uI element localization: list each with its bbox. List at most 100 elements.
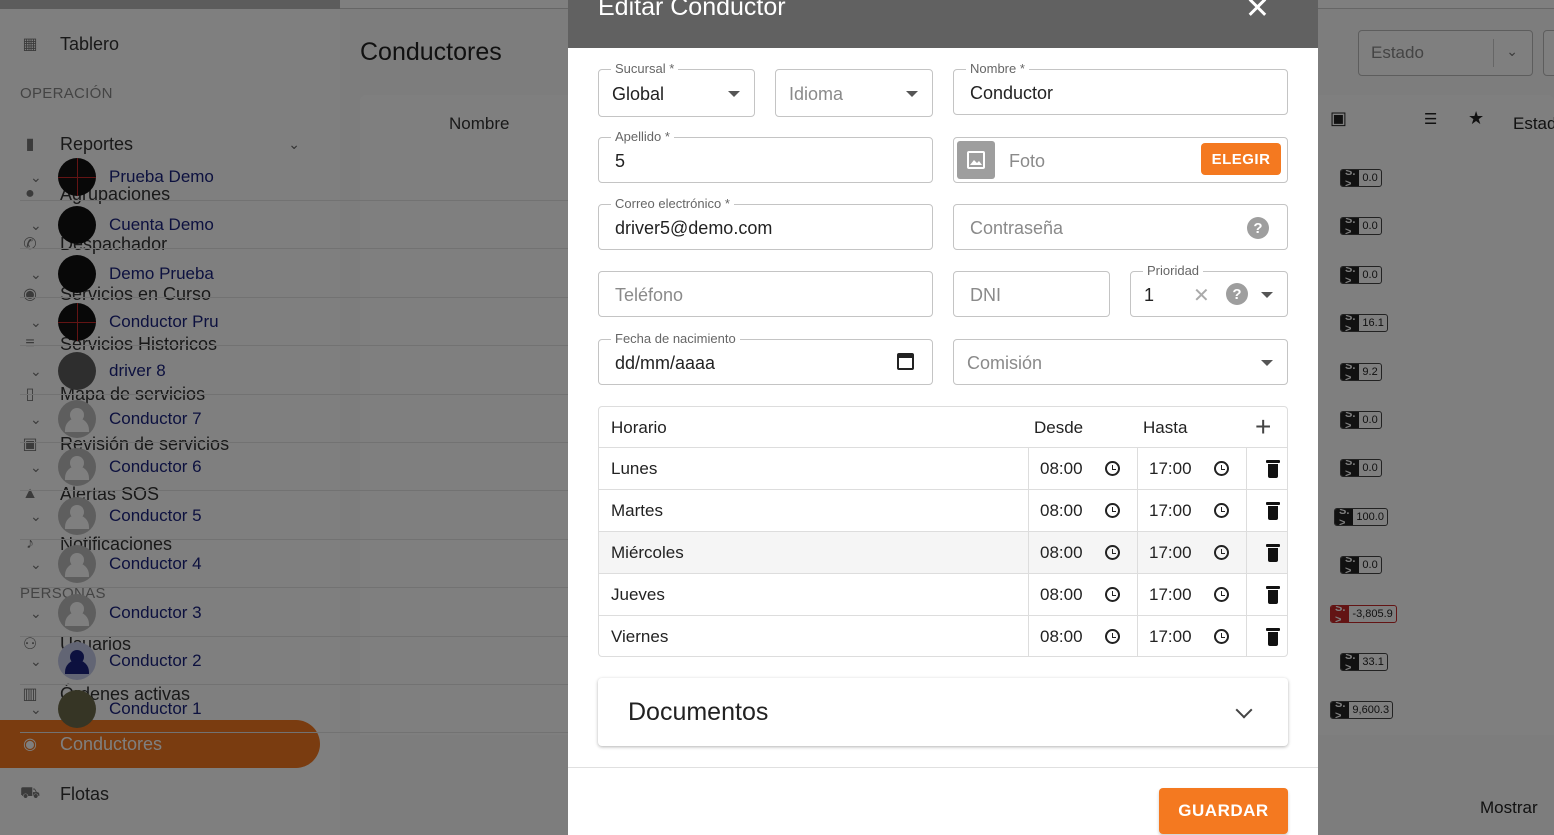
guardar-button[interactable]: GUARDAR bbox=[1159, 788, 1288, 834]
clock-icon[interactable] bbox=[1105, 629, 1120, 644]
foto-placeholder: Foto bbox=[1009, 151, 1046, 171]
delete-cell bbox=[1246, 574, 1287, 616]
sucursal-value: Global bbox=[612, 84, 665, 104]
idioma-placeholder: Idioma bbox=[789, 84, 844, 104]
hasta-time: 17:00 bbox=[1149, 585, 1192, 604]
sucursal-select[interactable]: Sucursal * Global bbox=[598, 61, 755, 117]
nombre-value: Conductor bbox=[970, 83, 1054, 103]
nombre-field[interactable]: Nombre * Conductor bbox=[953, 61, 1288, 115]
clear-icon[interactable]: ✕ bbox=[1193, 283, 1210, 308]
foto-field[interactable]: Foto ELEGIR bbox=[953, 137, 1288, 183]
image-icon bbox=[957, 141, 995, 179]
hasta-time-field[interactable]: 17:00 bbox=[1137, 616, 1246, 656]
schedule-row: Viernes 08:00 17:00 bbox=[599, 616, 1287, 656]
dropdown-arrow-icon bbox=[1261, 360, 1273, 366]
delete-icon[interactable] bbox=[1266, 460, 1280, 478]
dialog-title: Editar Conductor bbox=[598, 0, 786, 21]
correo-label: Correo electrónico * bbox=[611, 196, 734, 212]
clock-icon[interactable] bbox=[1214, 629, 1229, 644]
apellido-value: 5 bbox=[615, 151, 626, 171]
hasta-time: 17:00 bbox=[1149, 501, 1192, 520]
delete-cell bbox=[1246, 448, 1287, 490]
fecha-label: Fecha de nacimiento bbox=[611, 331, 740, 347]
clock-icon[interactable] bbox=[1214, 587, 1229, 602]
apellido-label: Apellido * bbox=[611, 129, 674, 145]
hasta-time-field[interactable]: 17:00 bbox=[1137, 574, 1246, 616]
close-icon[interactable]: ✕ bbox=[1245, 0, 1270, 24]
delete-icon[interactable] bbox=[1266, 502, 1280, 520]
desde-time-field[interactable]: 08:00 bbox=[1028, 616, 1137, 656]
dropdown-arrow-icon bbox=[906, 91, 918, 97]
delete-cell bbox=[1246, 490, 1287, 532]
clock-icon[interactable] bbox=[1214, 461, 1229, 476]
prioridad-select[interactable]: Prioridad 1 ✕ ? bbox=[1130, 263, 1288, 317]
schedule-day: Viernes bbox=[611, 627, 669, 646]
telefono-placeholder: Teléfono bbox=[615, 285, 684, 305]
desde-time-field[interactable]: 08:00 bbox=[1028, 448, 1137, 490]
schedule-day: Lunes bbox=[611, 459, 658, 478]
hasta-time-field[interactable]: 17:00 bbox=[1137, 448, 1246, 490]
delete-icon[interactable] bbox=[1266, 586, 1280, 604]
clock-icon[interactable] bbox=[1105, 587, 1120, 602]
help-icon[interactable]: ? bbox=[1226, 283, 1248, 305]
contrasena-placeholder: Contraseña bbox=[970, 218, 1064, 238]
desde-time: 08:00 bbox=[1040, 459, 1083, 478]
sucursal-label: Sucursal * bbox=[611, 61, 679, 77]
delete-icon[interactable] bbox=[1266, 628, 1280, 646]
schedule-table: Horario Desde Hasta + Lunes 08:00 17:00 Mar… bbox=[598, 406, 1288, 657]
dropdown-arrow-icon bbox=[1261, 292, 1273, 298]
desde-time: 08:00 bbox=[1040, 627, 1083, 646]
elegir-button[interactable]: ELEGIR bbox=[1201, 143, 1281, 175]
documentos-accordion[interactable]: Documentos bbox=[598, 678, 1288, 746]
schedule-row: Miércoles 08:00 17:00 bbox=[599, 532, 1287, 574]
help-icon[interactable]: ? bbox=[1247, 217, 1269, 239]
nombre-label: Nombre * bbox=[966, 61, 1029, 77]
hasta-time-field[interactable]: 17:00 bbox=[1137, 532, 1246, 574]
idioma-select[interactable]: Idioma bbox=[775, 69, 933, 117]
hasta-time-field[interactable]: 17:00 bbox=[1137, 490, 1246, 532]
clock-icon[interactable] bbox=[1214, 545, 1229, 560]
clock-icon[interactable] bbox=[1105, 503, 1120, 518]
dni-field[interactable]: DNI bbox=[953, 271, 1110, 317]
edit-driver-dialog: Editar Conductor ✕ Sucursal * Global Idi… bbox=[568, 0, 1318, 835]
add-icon[interactable]: + bbox=[1255, 411, 1271, 443]
fecha-nacimiento-field[interactable]: Fecha de nacimiento dd/mm/aaaa bbox=[598, 331, 933, 385]
header-hasta: Hasta bbox=[1143, 418, 1188, 437]
prioridad-label: Prioridad bbox=[1143, 263, 1204, 279]
hasta-time: 17:00 bbox=[1149, 459, 1192, 478]
delete-icon[interactable] bbox=[1266, 544, 1280, 562]
prioridad-value: 1 bbox=[1144, 285, 1155, 305]
correo-field[interactable]: Correo electrónico * driver5@demo.com bbox=[598, 196, 933, 250]
comision-select[interactable]: Comisión bbox=[953, 339, 1288, 385]
schedule-day: Martes bbox=[611, 501, 663, 520]
telefono-field[interactable]: Teléfono bbox=[598, 271, 933, 317]
fecha-value: dd/mm/aaaa bbox=[615, 353, 716, 373]
contrasena-field[interactable]: Contraseña ? bbox=[953, 204, 1288, 250]
schedule-day: Jueves bbox=[611, 585, 665, 604]
desde-time-field[interactable]: 08:00 bbox=[1028, 532, 1137, 574]
hasta-time: 17:00 bbox=[1149, 543, 1192, 562]
apellido-field[interactable]: Apellido * 5 bbox=[598, 129, 933, 183]
dropdown-arrow-icon bbox=[728, 91, 740, 97]
clock-icon[interactable] bbox=[1105, 461, 1120, 476]
desde-time-field[interactable]: 08:00 bbox=[1028, 490, 1137, 532]
hasta-time: 17:00 bbox=[1149, 627, 1192, 646]
desde-time: 08:00 bbox=[1040, 501, 1083, 520]
correo-value: driver5@demo.com bbox=[615, 218, 773, 238]
dialog-header: Editar Conductor ✕ bbox=[568, 0, 1318, 48]
dialog-divider bbox=[568, 767, 1318, 768]
desde-time: 08:00 bbox=[1040, 585, 1083, 604]
schedule-header: Horario Desde Hasta + bbox=[599, 407, 1287, 448]
comision-placeholder: Comisión bbox=[967, 353, 1043, 373]
delete-cell bbox=[1246, 532, 1287, 574]
header-desde: Desde bbox=[1034, 418, 1084, 437]
calendar-icon[interactable] bbox=[897, 353, 914, 370]
clock-icon[interactable] bbox=[1214, 503, 1229, 518]
schedule-row: Jueves 08:00 17:00 bbox=[599, 574, 1287, 616]
clock-icon[interactable] bbox=[1105, 545, 1120, 560]
desde-time-field[interactable]: 08:00 bbox=[1028, 574, 1137, 616]
schedule-row: Lunes 08:00 17:00 bbox=[599, 448, 1287, 490]
chevron-down-icon bbox=[1235, 701, 1253, 719]
schedule-row: Martes 08:00 17:00 bbox=[599, 490, 1287, 532]
desde-time: 08:00 bbox=[1040, 543, 1083, 562]
